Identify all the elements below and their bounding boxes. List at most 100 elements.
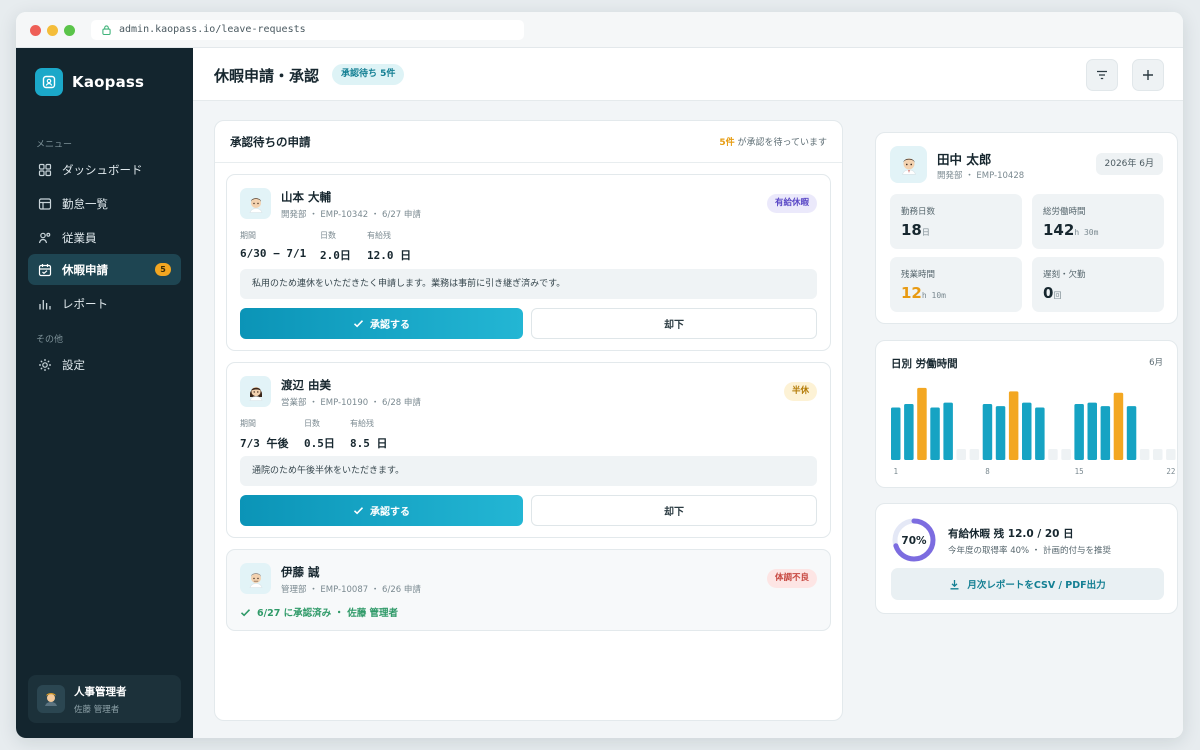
stat-value: 12h 10m [901,284,946,302]
window-maximize-button[interactable] [64,25,75,36]
days-value: 0.5日 [304,437,335,450]
chart-bar-day-2[interactable] [904,404,914,460]
pending-summary: 5件 が承認を待っています [719,135,827,148]
sidebar-item-attendance[interactable]: 勤怠一覧 [28,188,181,219]
browser-titlebar: admin.kaopass.io/leave-requests [16,12,1183,48]
chart-bar-day-19[interactable] [1126,406,1137,460]
remaining-label: 有給残 [367,231,391,240]
chart-bar-day-18[interactable] [1113,392,1124,460]
sidebar-item-employees[interactable]: 従業員 [28,222,181,253]
lock-icon [102,25,111,35]
sidebar-item-settings[interactable]: 設定 [28,349,181,380]
period-value: 6/30 − 7/1 [240,247,307,260]
sidebar-item-label: 休暇申請 [62,262,108,277]
stat-value: 18日 [901,221,930,239]
window-minimize-button[interactable] [47,25,58,36]
ring-percent: 70% [901,535,927,547]
chart-bar-day-3[interactable] [917,387,927,460]
chart-bar-day-11[interactable] [1022,402,1032,460]
stat-work-days: 勤務日数 18日 [890,194,1022,249]
period-field: 期間 7/3 午後 [240,418,289,451]
sidebar-item-dashboard[interactable]: ダッシュボード [28,154,181,185]
stat-number: 12 [901,284,922,302]
window-close-button[interactable] [30,25,41,36]
pending-count-chip: 承認待ち 5件 [332,64,405,85]
chart-bar-day-14[interactable] [1061,449,1071,460]
check-icon [353,507,364,515]
stat-label: 遅刻・欠勤 [1043,270,1086,280]
chart-bar-day-22[interactable] [1166,449,1176,460]
sidebar-item-label: 従業員 [62,230,97,245]
sidebar-item-label: 設定 [62,357,85,372]
chart-bar-day-6[interactable] [956,449,967,460]
sidebar-item-leave-requests[interactable]: 休暇申請 5 [28,254,181,285]
leave-balance-sub: 今年度の取得率 40% ・ 計画的付与を推奨 [948,546,1111,556]
reject-label: 却下 [664,320,684,331]
stat-value: 142h 30m [1043,221,1098,239]
stat-number: 0 [1043,284,1054,302]
paid-leave-panel: 70% 有給休暇 残 12.0 / 20 日 今年度の取得率 40% ・ 計画的… [875,503,1178,614]
sidebar-item-label: ダッシュボード [62,162,143,177]
chart-bar-day-15[interactable] [1074,404,1084,460]
stat-unit: h 10m [921,291,946,300]
chart-bar-day-20[interactable] [1139,449,1150,460]
chart-bar-day-13[interactable] [1048,449,1058,460]
download-icon [950,579,959,589]
leave-type-tag: 有給休暇 [766,194,817,213]
chart-bar-day-10[interactable] [1008,391,1019,460]
chart-tick-label: 15 [1075,467,1084,476]
leave-count-badge: 5 [155,263,171,276]
stat-total-hours: 総労働時間 142h 30m [1032,194,1164,249]
period-suffix: 午後 [266,437,289,450]
stat-label: 勤務日数 [901,207,936,217]
period-field: 期間 6/30 − 7/1 [240,230,306,260]
table-icon [38,197,52,211]
chart-bar-day-16[interactable] [1087,402,1098,460]
period-date: 7/3 [240,437,267,450]
chart-bar-day-21[interactable] [1153,449,1163,460]
chart-bar-day-7[interactable] [969,449,980,460]
chart-tick-label: 1 [893,467,898,476]
reject-label: 却下 [664,507,684,518]
page-header: 休暇申請・承認 承認待ち 5件 [193,48,1183,101]
days-label: 日数 [320,231,336,240]
address-bar[interactable]: admin.kaopass.io/leave-requests [91,20,524,40]
export-report-button[interactable]: 月次レポートをCSV / PDF出力 [891,568,1164,600]
leave-type-tag: 体調不良 [766,569,817,588]
days-field: 日数 2.0日 [320,230,351,263]
daily-hours-chart-panel: 日別 労働時間 6月 18152230 [875,340,1178,488]
reject-button[interactable]: 却下 [531,308,817,339]
chart-bar-day-9[interactable] [995,406,1006,460]
users-icon [38,231,52,245]
employee-meta: 開発部 ・ EMP-10342 ・ 6/27 申請 [281,210,421,220]
chart-bar-day-17[interactable] [1100,406,1111,460]
chart-bar-day-8[interactable] [982,404,993,460]
filter-button[interactable] [1086,59,1118,91]
month-selector[interactable]: 2026年 6月 [1095,153,1163,175]
chart-bar-day-5[interactable] [943,402,953,460]
stat-number: 18 [901,221,922,239]
approve-button[interactable]: 承認する [240,495,523,526]
current-user-card[interactable]: 人事管理者 佐藤 管理者 [28,675,181,723]
sidebar-item-reports[interactable]: レポート [28,288,181,319]
pending-requests-panel: 承認待ちの申請 5件 が承認を待っています 山本 大輔 開発部 ・ EMP-10… [214,120,843,721]
approve-button[interactable]: 承認する [240,308,523,339]
grid-icon [38,163,52,177]
chart-bar-day-12[interactable] [1035,407,1045,461]
chart-bar-day-1[interactable] [891,407,901,461]
stat-late-absent: 遅刻・欠勤 0回 [1032,257,1164,312]
chart-bar-day-4[interactable] [930,407,940,461]
sidebar: Kaopass メニュー ダッシュボード 勤怠一覧 従業員 休暇申請 5 レポー… [16,48,193,738]
employee-name: 渡辺 由美 [281,378,332,392]
main-content: 休暇申請・承認 承認待ち 5件 承認待ちの申請 5件 が承認を待っています 山本… [193,48,1183,738]
request-note: 通院のため午後半休をいただきます。 [240,456,817,486]
reject-button[interactable]: 却下 [531,495,817,526]
add-request-button[interactable] [1132,59,1164,91]
remaining-label: 有給残 [350,419,374,428]
brand[interactable]: Kaopass [35,68,144,96]
stat-unit: 回 [1053,291,1062,300]
pending-summary-text: が承認を待っています [734,138,827,148]
request-card-approved: 伊藤 誠 管理部 ・ EMP-10087 ・ 6/26 申請 体調不良 6/27… [226,549,831,631]
request-card: 渡辺 由美 営業部 ・ EMP-10190 ・ 6/28 申請 半休 期間 7/… [226,362,831,538]
sidebar-item-label: レポート [62,296,108,311]
